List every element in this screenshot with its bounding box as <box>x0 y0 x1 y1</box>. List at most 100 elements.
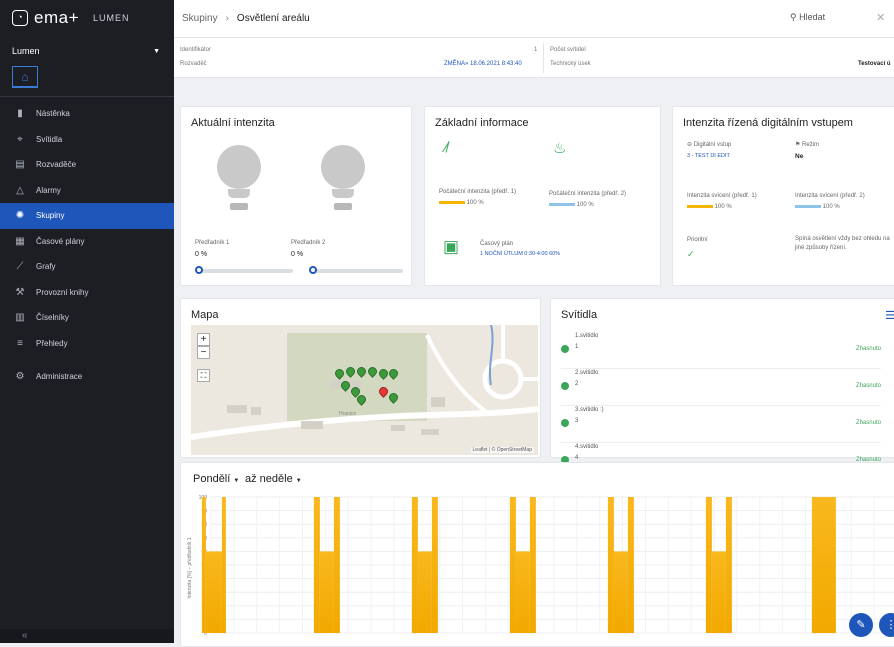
plan-link[interactable]: 1 NOČNÍ ÚTLUM 0:30-4:00 60% <box>480 251 560 257</box>
sidebar-item-calendar[interactable]: ▦ Časové plány <box>0 229 174 255</box>
sidebar-item-warning[interactable]: △ Alarmy <box>0 178 174 204</box>
home-button[interactable]: ⌂ <box>12 66 38 88</box>
sidebar-item-dashboard[interactable]: ▮Nástěnka <box>0 101 174 127</box>
intensity-bar <box>628 497 634 633</box>
sidebar-item-label: Svítidla <box>36 135 62 144</box>
schedule-chart: 0102030405060708090100Intenzita [%] – př… <box>181 493 894 643</box>
light-status: Zhasnuto <box>856 383 881 389</box>
light-name: 2.svitidlo <box>575 370 598 376</box>
caret-down-icon: ▼ <box>153 48 160 55</box>
intensity-bar <box>418 551 432 633</box>
sidebar-item-switchboard[interactable]: ▤ Rozvaděče <box>0 152 174 178</box>
caret-down-icon: ▼ <box>233 478 239 484</box>
lights-card: Svítidla ☰ 1.svitidlo1Zhasnuto2.svitidlo… <box>550 298 894 458</box>
sidebar-item-table[interactable]: ▥Číselníky <box>0 305 174 331</box>
light-row[interactable]: 1.svitidlo1Zhasnuto <box>561 331 881 369</box>
init1-value: 100 % <box>467 200 484 206</box>
count-label: Počet svítidel <box>550 47 586 53</box>
digital-input-label: ⊖ Digitální vstup <box>687 141 731 148</box>
search-label: Hledat <box>799 12 825 22</box>
sidebar-item-label: Provozní knihy <box>36 288 88 297</box>
check-icon: ✓ <box>687 249 695 260</box>
sidebar-item-lamp[interactable]: ⌖Svítidla <box>0 127 174 153</box>
day-from-value: Pondělí <box>193 473 230 485</box>
flag-icon: ⚑ <box>795 142 802 148</box>
zoom-in-button[interactable]: + <box>197 333 210 346</box>
nav-list: ▮Nástěnka⌖Svítidla ▤ Rozvaděče △ Alarmy ✺Skup… <box>0 101 174 390</box>
sidebar: ◔ ema+ LUMEN Lumen ▼ ⌂ ▮Nástěnka⌖Svítidl… <box>0 0 174 643</box>
intensity-bar <box>412 497 418 633</box>
calendar-icon: ▦ <box>14 236 26 247</box>
sidebar-item-list[interactable]: ≡ Přehledy <box>0 331 174 357</box>
map-attribution[interactable]: Leaflet | © OpenStreetMap <box>471 447 534 453</box>
sidebar-item-group[interactable]: ✺Skupiny <box>0 203 174 229</box>
fullscreen-button[interactable]: ⛶ <box>197 369 210 382</box>
intensity-bar <box>432 497 438 633</box>
priority-note: Spíná osvětlení vždy bez ohledu na jiné … <box>795 235 894 253</box>
sidebar-item-label: Alarmy <box>36 186 61 195</box>
intensity-bar <box>712 551 726 633</box>
switchboard-label: Rozvaděč <box>180 61 207 67</box>
home-icon: ⌂ <box>21 70 28 84</box>
sidebar-item-settings[interactable]: ⚙Administrace <box>0 364 174 390</box>
sidebar-item-label: Grafy <box>36 262 56 271</box>
list-icon: ≡ <box>14 338 26 349</box>
map-card: Mapa + − ⛶ Hranice <box>180 298 541 458</box>
switchboard-icon: ▤ <box>14 159 26 170</box>
org-selector[interactable]: Lumen ▼ <box>0 36 174 66</box>
ballast1-value: 0 % <box>195 251 207 258</box>
light-row[interactable]: 2.svitidlo2Zhasnuto <box>561 368 881 406</box>
sidebar-item-label: Časové plány <box>36 237 84 246</box>
divider <box>543 43 544 73</box>
ballast2-slider[interactable] <box>315 269 403 273</box>
zoom-out-button[interactable]: − <box>197 346 210 359</box>
dint2-bar: 100 % <box>795 204 840 210</box>
warning-icon: △ <box>14 185 26 196</box>
tools-icon: ⚒ <box>14 287 26 298</box>
dint2-value: 100 % <box>823 204 840 210</box>
search-button[interactable]: ⚲ Hledat <box>790 12 825 23</box>
input-icon: ⊖ <box>687 142 694 148</box>
init2-bar: 100 % <box>549 202 594 208</box>
init1-label: Počáteční intenzita (předř. 1) <box>439 189 516 195</box>
digital-input-link[interactable]: 3 - TEST DI EDIT <box>687 153 730 159</box>
intensity-bar <box>334 497 340 633</box>
sidebar-item-label: Číselníky <box>36 313 69 322</box>
light-number: 1 <box>575 344 578 350</box>
ballast1-slider[interactable] <box>201 269 293 273</box>
breadcrumb-skupiny[interactable]: Skupiny <box>182 13 218 24</box>
dint2-label: Intenzita svícení (předř. 2) <box>795 193 865 199</box>
ballast1-label: Předřadník 1 <box>195 240 229 246</box>
collapse-sidebar-button[interactable]: « <box>0 629 174 643</box>
lamp-slash-icon: ⁄̸ <box>445 139 448 156</box>
sidebar-item-label: Rozvaděče <box>36 160 76 169</box>
sidebar-item-label: Nástěnka <box>36 109 70 118</box>
dint1-value: 100 % <box>715 204 732 210</box>
day-to-select[interactable]: až neděle ▼ <box>245 473 302 485</box>
mode-value: Ne <box>795 153 803 160</box>
intensity-bar <box>206 551 222 633</box>
app-logo: ema+ <box>34 8 79 28</box>
ballast2-value: 0 % <box>291 251 303 258</box>
intensity-bar <box>510 497 516 633</box>
init1-bar: 100 % <box>439 200 484 206</box>
sidebar-item-tools[interactable]: ⚒ Provozní knihy <box>0 280 174 306</box>
close-icon[interactable]: ✕ <box>876 11 885 24</box>
ballast1-slider-knob[interactable] <box>195 266 203 274</box>
breadcrumb-separator: › <box>226 13 229 24</box>
map-title: Mapa <box>191 309 219 321</box>
intensity-card: Aktuální intenzita Předřadník 1 0 % Před… <box>180 106 412 286</box>
ballast2-label: Předřadník 2 <box>291 240 325 246</box>
day-from-select[interactable]: Pondělí ▼ <box>193 473 239 485</box>
dint1-label: Intenzita svícení (předř. 1) <box>687 193 757 199</box>
edit-button[interactable]: ✎ <box>849 613 873 637</box>
light-number: 3 <box>575 418 578 424</box>
sidebar-item-chart[interactable]: ⟋Grafy <box>0 254 174 280</box>
light-row[interactable]: 3.svitidlo :)3Zhasnuto <box>561 405 881 443</box>
list-view-icon[interactable]: ☰ <box>885 309 894 322</box>
map-view[interactable]: + − ⛶ Hranice Leaflet | © OpenStreetMap <box>191 325 538 455</box>
basic-info-card: Základní informace ⁄̸ ♨ Počáteční intenz… <box>424 106 661 286</box>
sidebar-item-label: Přehledy <box>36 339 68 348</box>
intensity-bar <box>706 497 712 633</box>
ballast2-slider-knob[interactable] <box>309 266 317 274</box>
